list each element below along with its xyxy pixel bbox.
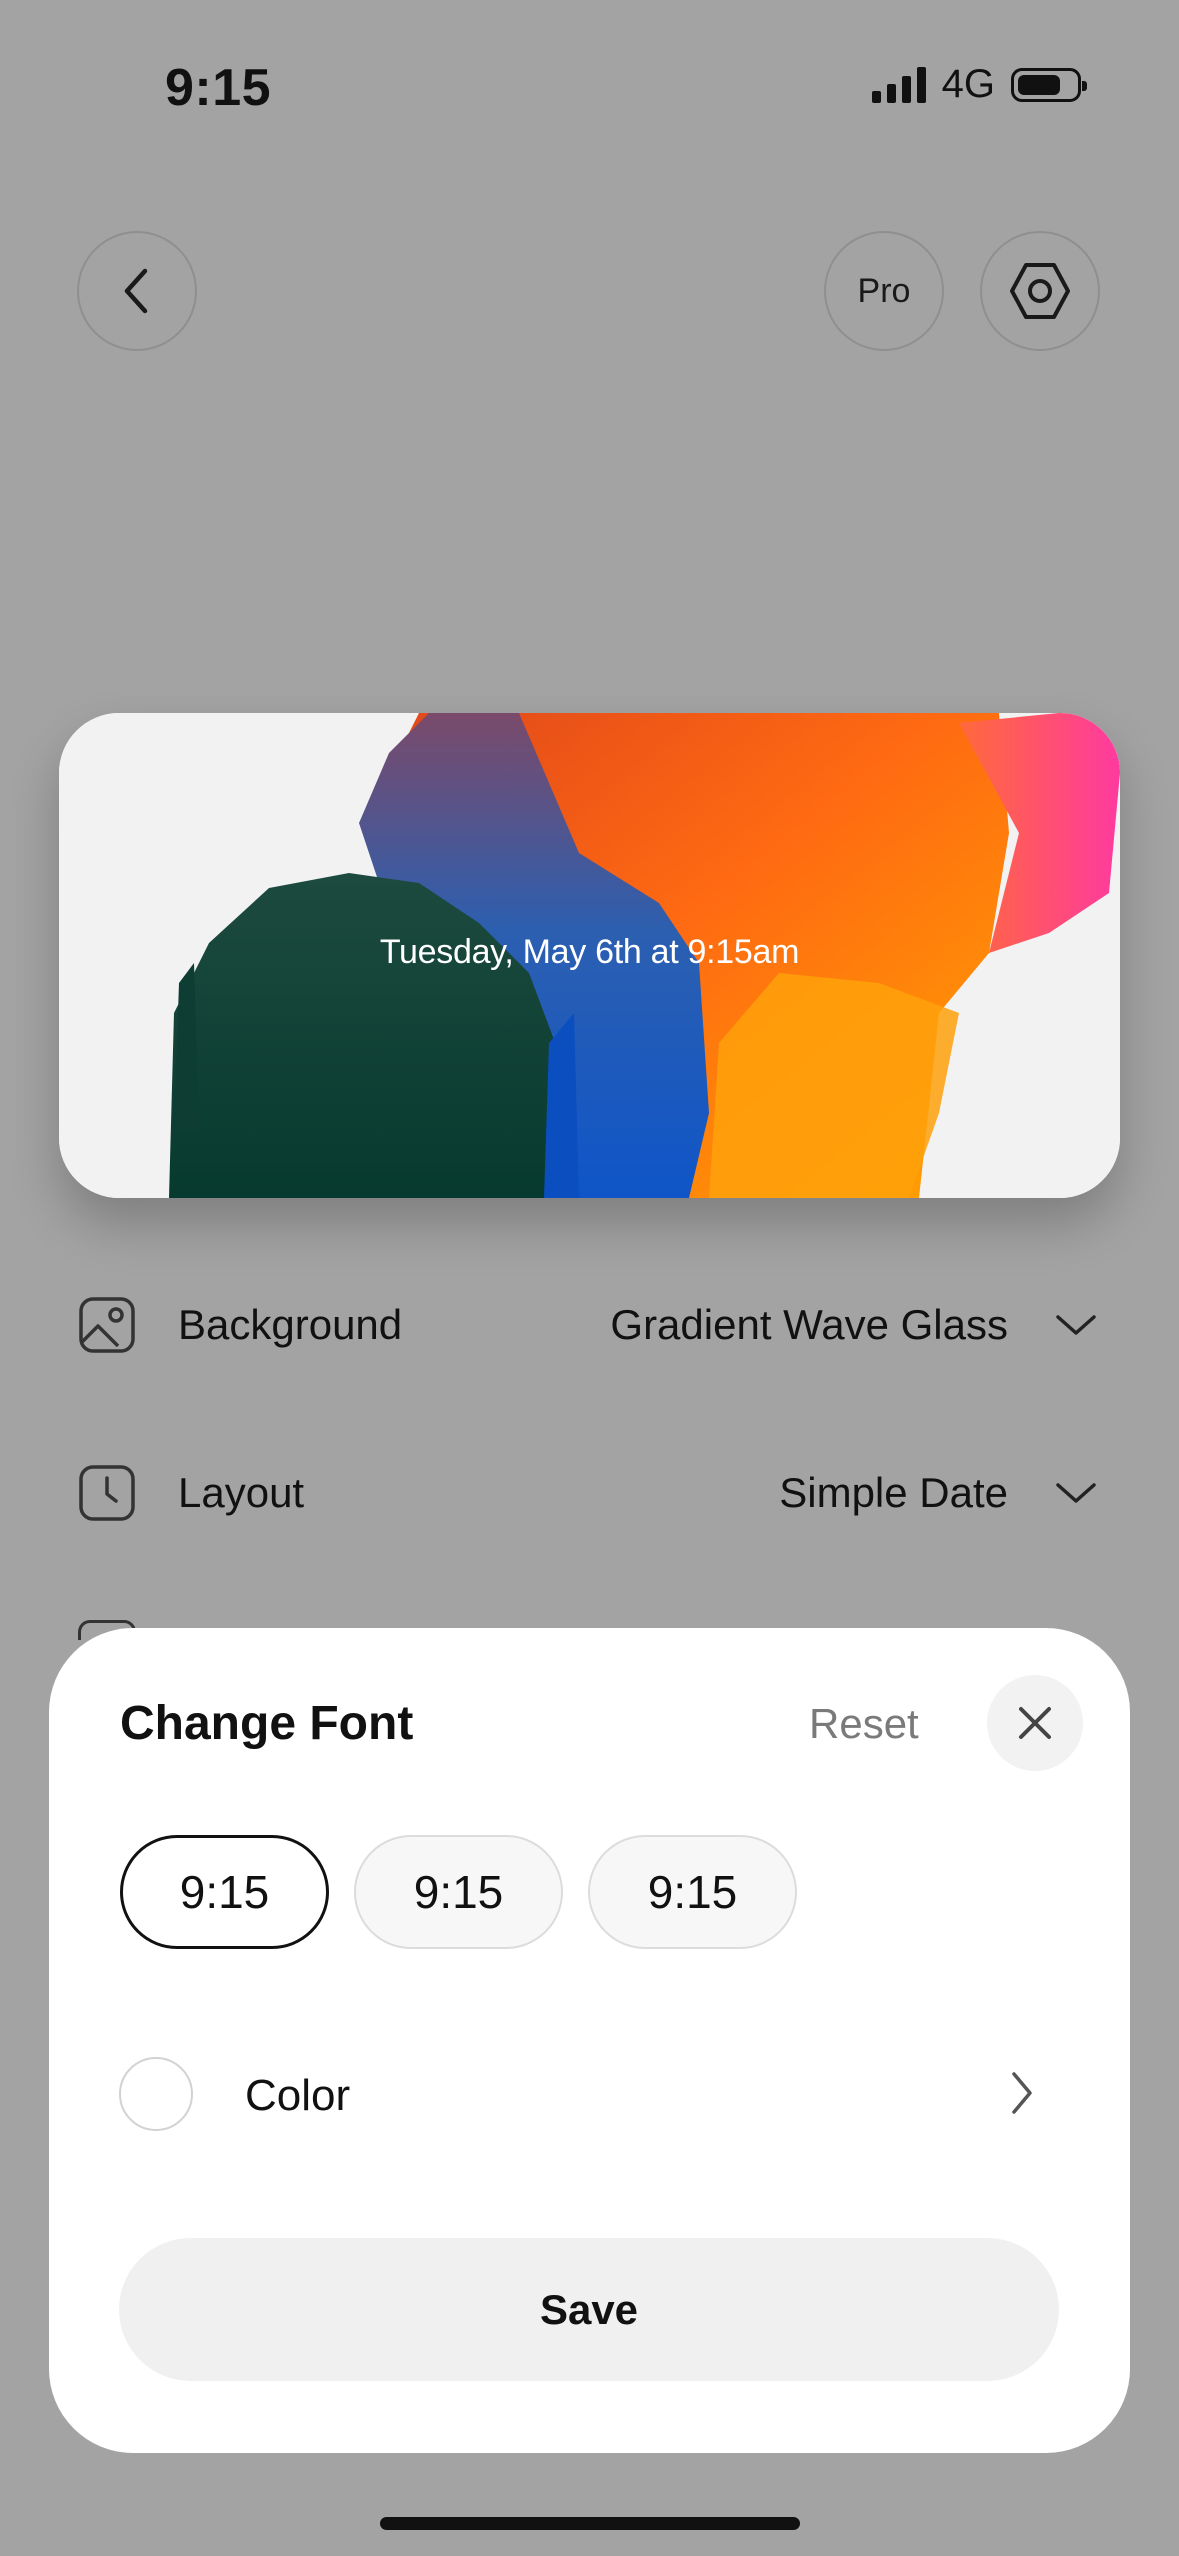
back-button[interactable] xyxy=(77,231,197,351)
widget-preview: Tuesday, May 6th at 9:15am xyxy=(59,713,1120,1198)
battery-icon xyxy=(1011,67,1087,102)
clock-icon xyxy=(78,1464,136,1522)
color-swatch[interactable] xyxy=(119,2057,193,2131)
status-time: 9:15 xyxy=(165,59,272,117)
pro-button[interactable]: Pro xyxy=(824,231,944,351)
font-option-1[interactable]: 9:15 xyxy=(120,1835,329,1949)
chevron-left-icon xyxy=(124,268,148,314)
layout-value: Simple Date xyxy=(779,1469,1008,1516)
network-type: 4G xyxy=(941,62,995,106)
home-indicator xyxy=(380,2517,800,2530)
preview-date-text: Tuesday, May 6th at 9:15am xyxy=(379,933,800,971)
background-setting-row[interactable]: Background Gradient Wave Glass xyxy=(78,1285,1098,1365)
chevron-right-icon[interactable] xyxy=(997,2068,1047,2118)
color-label[interactable]: Color xyxy=(245,2071,350,2121)
layout-label: Layout xyxy=(178,1469,305,1516)
chevron-down-icon xyxy=(1054,1471,1098,1515)
font-option-2[interactable]: 9:15 xyxy=(354,1835,563,1949)
save-button[interactable]: Save xyxy=(119,2238,1059,2381)
settings-button[interactable] xyxy=(980,231,1100,351)
chevron-down-icon xyxy=(1054,1303,1098,1347)
cellular-signal-icon xyxy=(871,66,926,103)
background-label: Background xyxy=(178,1301,403,1348)
change-font-sheet: Change Font Reset 9:15 9:15 9:15 Color S… xyxy=(49,1628,1130,2453)
image-icon xyxy=(78,1296,136,1354)
reset-button[interactable]: Reset xyxy=(809,1700,919,1748)
close-icon xyxy=(1019,1707,1051,1739)
sheet-title: Change Font xyxy=(120,1697,414,1750)
layout-setting-row[interactable]: Layout Simple Date xyxy=(78,1453,1098,1533)
background-value: Gradient Wave Glass xyxy=(610,1301,1008,1348)
close-button[interactable] xyxy=(987,1675,1083,1771)
status-icons: 4G xyxy=(871,62,1087,107)
font-option-3[interactable]: 9:15 xyxy=(588,1835,797,1949)
settings-hexagon-icon xyxy=(1010,263,1070,319)
